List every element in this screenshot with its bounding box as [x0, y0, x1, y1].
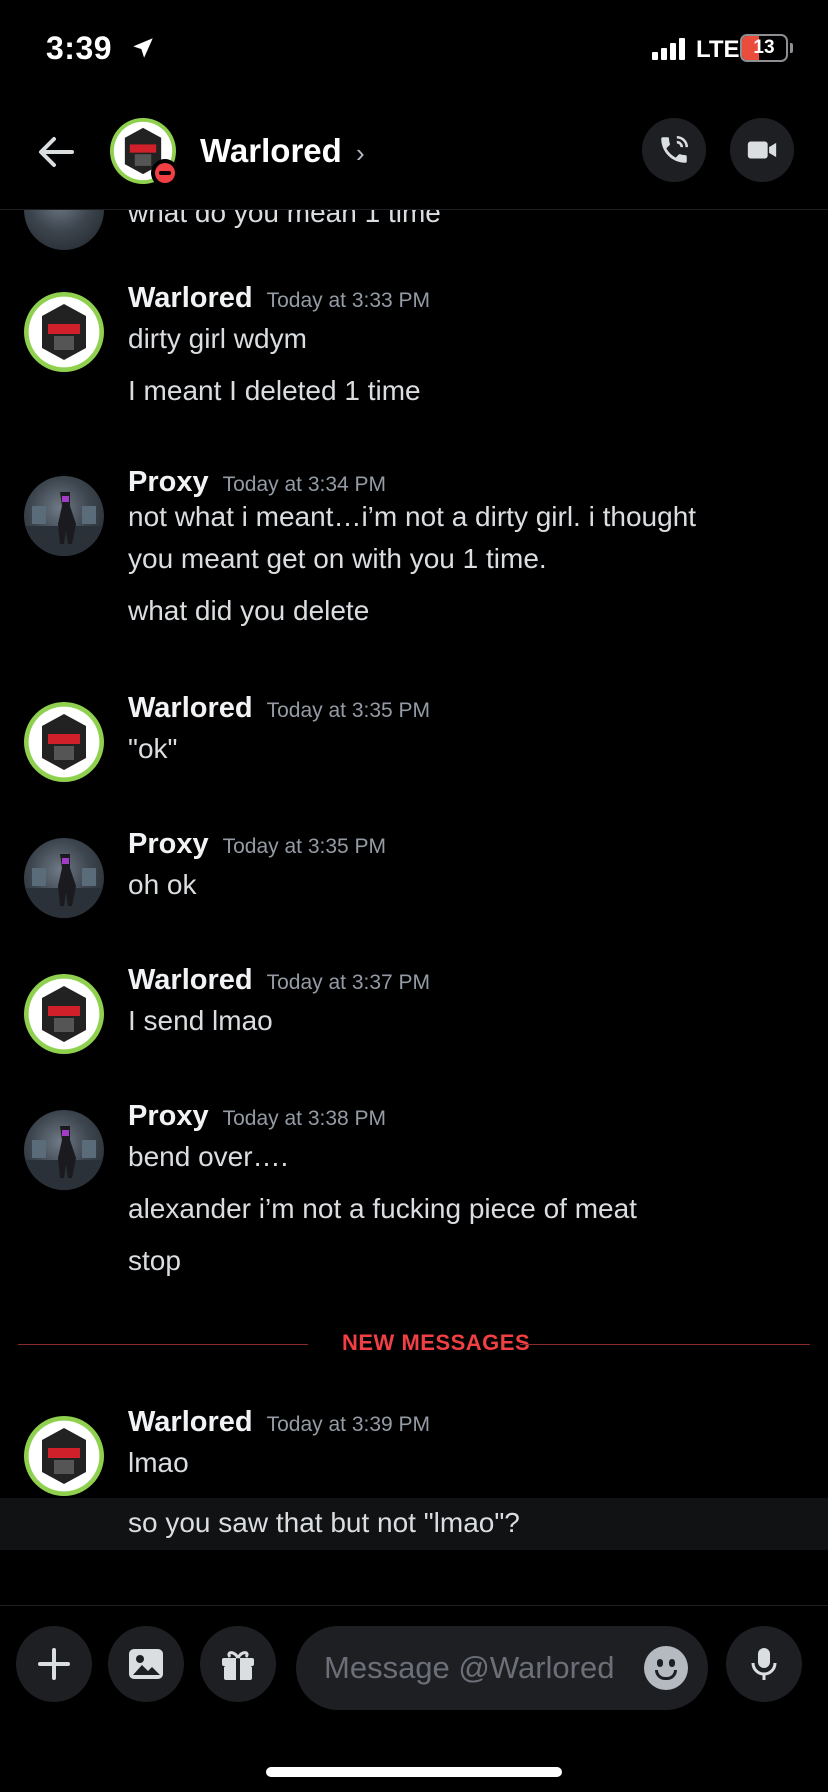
- author-name[interactable]: Proxy: [128, 1100, 209, 1132]
- message-composer: [0, 1605, 828, 1710]
- message-text: not what i meant…i’m not a dirty girl. i…: [128, 501, 697, 532]
- gift-button[interactable]: [200, 1626, 276, 1702]
- image-icon: [129, 1649, 163, 1679]
- chat-header: Warlored ›: [0, 100, 828, 210]
- message-text: dirty girl wdym: [128, 323, 307, 354]
- message-timestamp: Today at 3:33 PM: [266, 289, 431, 312]
- avatar[interactable]: [24, 974, 104, 1054]
- message-timestamp: Today at 3:37 PM: [266, 971, 431, 994]
- home-indicator[interactable]: [266, 1767, 562, 1777]
- message-text: "ok": [128, 733, 178, 764]
- message-text: alexander i’m not a fucking piece of mea…: [128, 1193, 637, 1224]
- message-timestamp: Today at 3:35 PM: [222, 835, 387, 858]
- author-name[interactable]: Warlored: [128, 692, 253, 724]
- message-text: you meant get on with you 1 time.: [128, 543, 547, 574]
- gift-icon: [222, 1651, 254, 1680]
- warlored-logo-icon: [42, 986, 86, 1042]
- warlored-logo-icon: [42, 1428, 86, 1484]
- proxy-character-icon: [24, 492, 104, 556]
- message-author[interactable]: Warlored Today at 3:35 PM: [128, 692, 430, 725]
- message-timestamp: Today at 3:34 PM: [222, 473, 387, 496]
- message-text: so you saw that but not "lmao"?: [128, 1507, 520, 1538]
- image-picker-button[interactable]: [108, 1626, 184, 1702]
- message-timestamp: Today at 3:38 PM: [222, 1107, 387, 1130]
- add-attachment-button[interactable]: [16, 1626, 92, 1702]
- new-messages-divider: NEW MESSAGES: [18, 1330, 810, 1355]
- status-bar: 3:39 LTE 13: [0, 0, 828, 100]
- proxy-character-icon: [24, 854, 104, 918]
- message-text: oh ok: [128, 869, 197, 900]
- divider-line: [18, 1344, 308, 1345]
- signal-icon: [652, 38, 685, 60]
- proxy-character-icon: [24, 1126, 104, 1190]
- network-label: LTE: [696, 36, 740, 63]
- author-name[interactable]: Warlored: [128, 964, 253, 996]
- author-name[interactable]: Warlored: [128, 1406, 253, 1438]
- location-arrow-icon: [133, 38, 153, 58]
- new-messages-label: NEW MESSAGES: [342, 1330, 531, 1355]
- avatar[interactable]: [24, 210, 104, 250]
- message-text: bend over….: [128, 1141, 289, 1172]
- author-name[interactable]: Proxy: [128, 466, 209, 498]
- video-call-button[interactable]: [730, 118, 794, 182]
- dnd-status-icon: [151, 159, 179, 187]
- emoji-icon[interactable]: [644, 1646, 688, 1690]
- message-text: I meant I deleted 1 time: [128, 375, 421, 406]
- microphone-icon: [751, 1648, 777, 1680]
- message-author[interactable]: Warlored Today at 3:37 PM: [128, 964, 430, 997]
- message-text: what do you mean 1 time: [128, 210, 441, 228]
- voice-message-button[interactable]: [726, 1626, 802, 1702]
- plus-icon: [38, 1648, 70, 1680]
- message-author[interactable]: Warlored Today at 3:33 PM: [128, 282, 430, 315]
- message-text: I send lmao: [128, 1005, 273, 1036]
- chevron-right-icon[interactable]: ›: [356, 138, 365, 169]
- battery-cap: [790, 43, 793, 53]
- warlored-logo-icon: [42, 304, 86, 360]
- message-author[interactable]: Warlored Today at 3:39 PM: [128, 1406, 430, 1439]
- status-time: 3:39: [46, 30, 113, 66]
- message-text: what did you delete: [128, 595, 370, 626]
- back-arrow-icon[interactable]: [34, 130, 78, 174]
- message-author[interactable]: Proxy Today at 3:34 PM: [128, 466, 386, 499]
- message-text: lmao: [128, 1447, 189, 1478]
- avatar[interactable]: [24, 838, 104, 918]
- contact-name[interactable]: Warlored: [200, 132, 342, 170]
- avatar[interactable]: [24, 702, 104, 782]
- message-author[interactable]: Proxy Today at 3:38 PM: [128, 1100, 386, 1133]
- author-name[interactable]: Proxy: [128, 828, 209, 860]
- battery-percent: 13: [753, 37, 775, 58]
- avatar[interactable]: [24, 476, 104, 556]
- message-timestamp: Today at 3:35 PM: [266, 699, 431, 722]
- avatar[interactable]: [24, 292, 104, 372]
- message-author[interactable]: Proxy Today at 3:35 PM: [128, 828, 386, 861]
- avatar[interactable]: [24, 1416, 104, 1496]
- avatar[interactable]: [24, 1110, 104, 1190]
- battery-icon: 13: [740, 34, 788, 62]
- author-name[interactable]: Warlored: [128, 282, 253, 314]
- voice-call-button[interactable]: [642, 118, 706, 182]
- message-timestamp: Today at 3:39 PM: [266, 1413, 431, 1436]
- divider-line: [520, 1344, 810, 1345]
- voice-call-icon: [661, 135, 689, 163]
- message-text: stop: [128, 1245, 181, 1276]
- video-call-icon: [747, 141, 777, 159]
- message-list[interactable]: what do you mean 1 time Warlored Today at…: [0, 210, 828, 1605]
- warlored-logo-icon: [42, 714, 86, 770]
